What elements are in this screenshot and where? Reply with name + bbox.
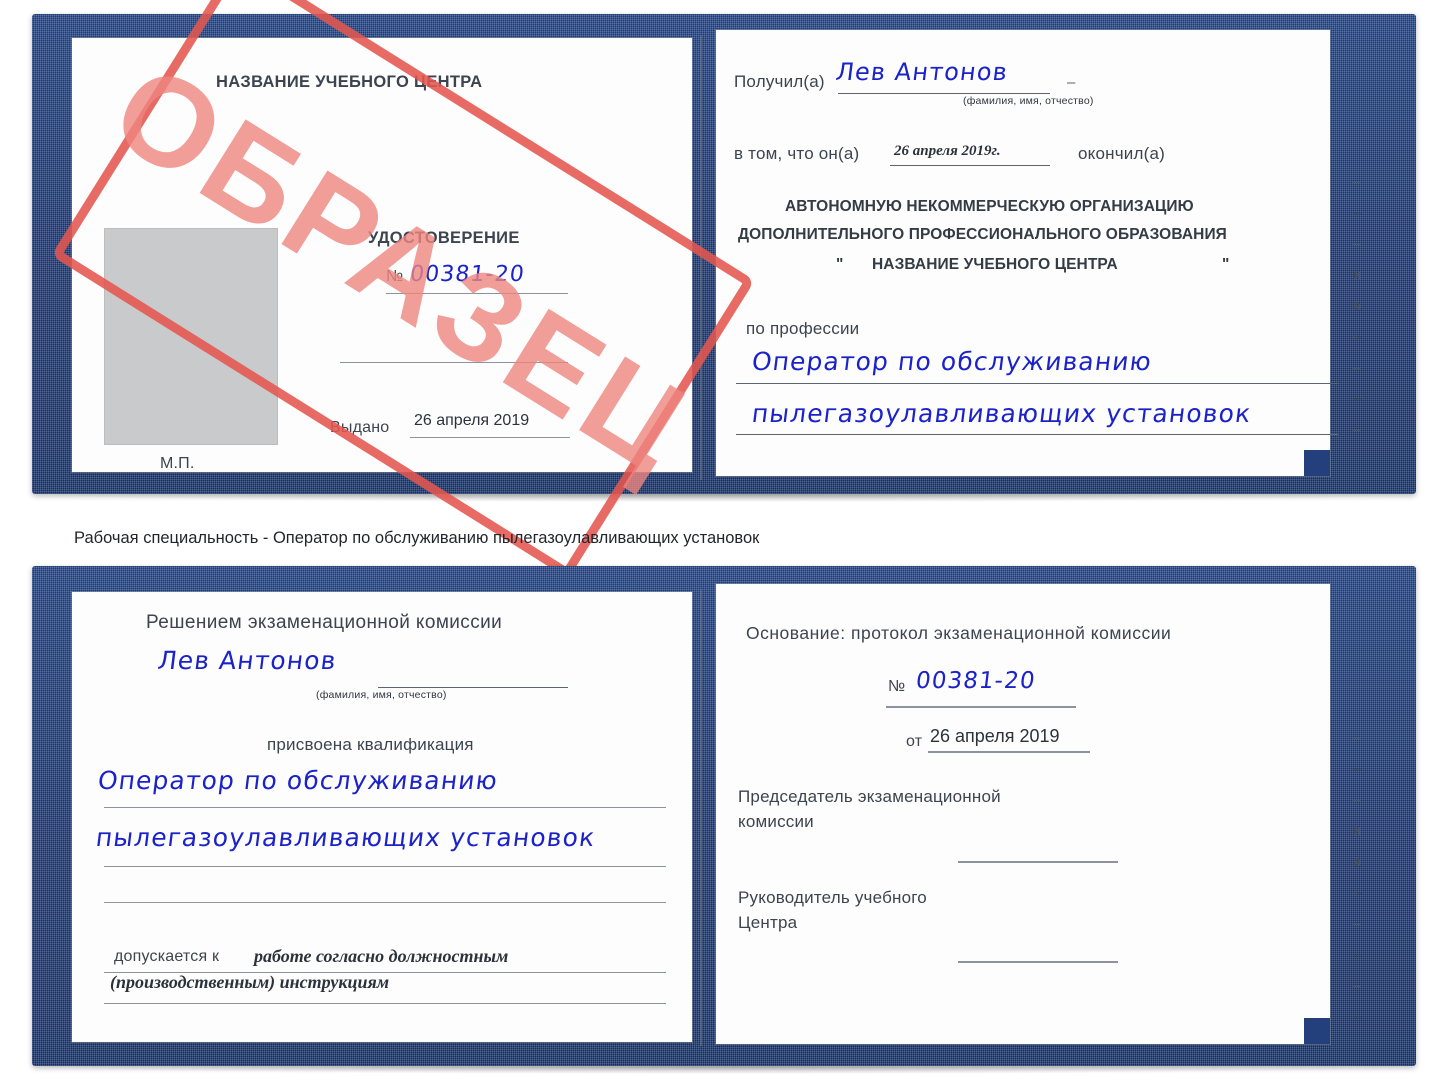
org-title-front: НАЗВАНИЕ УЧЕБНОГО ЦЕНТРА [216,73,483,91]
edge-fragment: – [1353,915,1361,931]
finished-label: окончил(а) [1078,144,1165,163]
certificate-number-value: 00381-20 [408,262,527,287]
allowed-value-line-1: работе согласно должностным [254,946,509,966]
edge-dash-top: – [1067,74,1076,91]
bottom-right-page-corner-notch [1304,1018,1330,1044]
edge-fragment: – [1353,173,1361,189]
head-line-2: Центра [738,913,798,932]
org-quote-close: " [1222,256,1230,273]
decision-name-rule [378,687,568,688]
blank-rule-1 [340,362,568,363]
profession-rule-2 [736,434,1338,435]
edge-fragment: – [1353,1008,1361,1024]
edge-fragment: – [1353,729,1361,745]
protocol-date-rule [928,751,1090,753]
top-spine [700,36,703,480]
issued-rule [410,437,570,438]
qualification-rule-3 [104,902,666,903]
org-line-1: АВТОНОМНУЮ НЕКОММЕРЧЕСКУЮ ОРГАНИЗАЦИЮ [785,198,1194,215]
bottom-spine [700,590,703,1046]
profession-value-line-1: Оператор по обслуживанию [750,347,1154,376]
top-right-page-corner-notch [1304,450,1330,476]
edge-fragment: и [1353,266,1361,282]
org-line-2: ДОПОЛНИТЕЛЬНОГО ПРОФЕССИОНАЛЬНОГО ОБРАЗО… [738,226,1227,243]
decision-label: Решением экзаменационной комиссии [146,612,503,633]
fio-hint-top: (фамилия, имя, отчество) [963,95,1094,107]
edge-fragment: – [1353,235,1361,251]
chairman-line-2: комиссии [738,812,814,831]
protocol-date-value: 26 апреля 2019 [930,726,1060,746]
edge-fragment: ‹- [1352,884,1362,900]
edge-fragment: – [1353,760,1361,776]
protocol-number-label: № [888,678,906,695]
edge-fragment: а [1353,297,1361,313]
edge-fragment: – [1353,791,1361,807]
edge-fragment: – [1353,390,1361,406]
edge-fragment: – [1353,359,1361,375]
chairman-line-1: Председатель экзаменационной [738,787,1001,806]
completion-date-rule [890,165,1050,166]
in-that-label: в том, что он(а) [734,144,860,163]
allowed-value-line-2: (производственным) инструкциям [110,972,390,992]
chairman-signature-rule [958,861,1118,863]
decision-name-value: Лев Антонов [156,646,339,675]
org-line-3: НАЗВАНИЕ УЧЕБНОГО ЦЕНТРА [872,256,1118,273]
basis-label: Основание: протокол экзаменационной коми… [746,623,1172,643]
protocol-date-label: от [906,733,923,750]
qualification-label: присвоена квалификация [267,735,474,754]
head-line-1: Руководитель учебного [738,888,927,907]
edge-fragment: и [1353,822,1361,838]
protocol-number-value: 00381-20 [914,668,1038,694]
caption-text: Рабочая специальность - Оператор по обсл… [74,529,760,547]
qualification-value-line-2: пылегазоулавливающих установок [94,823,598,852]
edge-fragment: – [1353,977,1361,993]
qualification-value-line-1: Оператор по обслуживанию [96,766,500,795]
document-title: УДОСТОВЕРЕНИЕ [368,229,520,247]
seal-label: М.П. [160,455,195,472]
edge-fragment: – [1353,421,1361,437]
number-label: № [386,268,404,285]
qualification-rule-2 [104,866,666,867]
profession-label: по профессии [746,319,860,338]
allowed-label: допускается к [114,948,220,965]
edge-fragment: а [1353,853,1361,869]
received-label: Получил(а) [734,72,825,91]
top-right-edge-fragments: – – – и а ‹- – – – [1344,166,1370,445]
received-rule [838,93,1050,94]
edge-fragment: – [1353,946,1361,962]
issued-date-value: 26 апреля 2019 [414,412,530,429]
protocol-number-rule [886,706,1076,708]
fio-hint-bottom: (фамилия, имя, отчество) [316,689,447,701]
photo-placeholder [104,228,278,445]
number-rule [386,293,568,294]
edge-fragment: ‹- [1352,328,1362,344]
head-signature-rule [958,961,1118,963]
completion-date-value: 26 апреля 2019г. [894,143,1001,159]
qualification-rule-1 [104,807,666,808]
profession-rule-1 [736,383,1338,384]
received-name-value: Лев Антонов [834,58,1010,86]
issued-label: Выдано [330,419,390,436]
org-quote-open: " [836,256,844,273]
profession-value-line-2: пылегазоулавливающих установок [750,399,1254,428]
bottom-right-edge-fragments: – – – и а ‹- – – – – [1344,722,1370,1032]
edge-fragment: – [1353,204,1361,220]
allowed-rule-2 [104,1003,666,1004]
